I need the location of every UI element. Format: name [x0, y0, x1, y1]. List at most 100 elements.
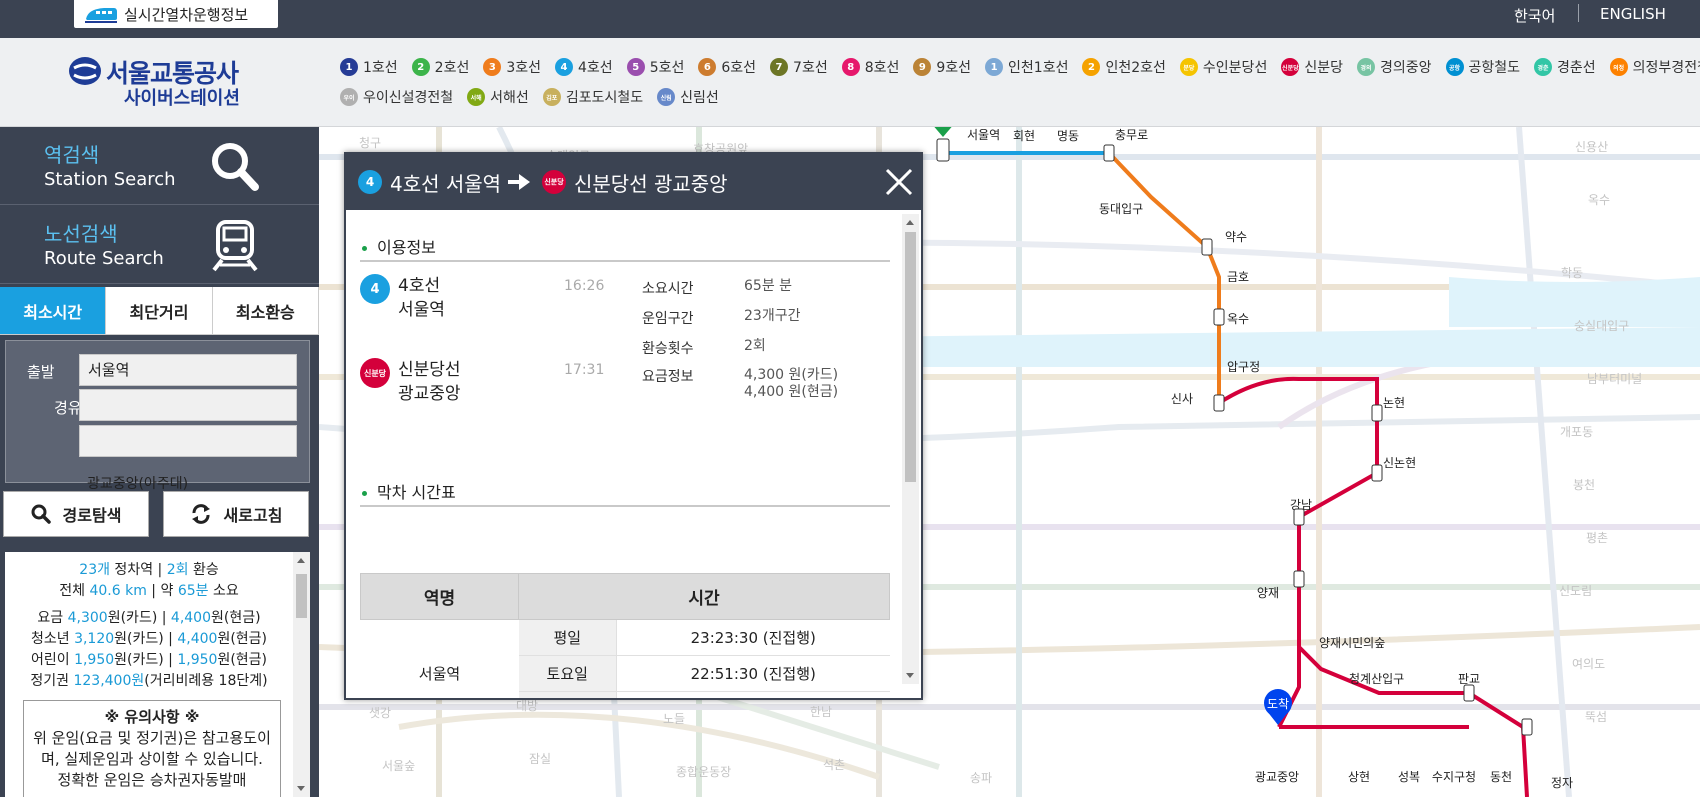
lang-english-link[interactable]: ENGLISH [1600, 5, 1666, 23]
notice-box: ※ 유의사항 ※ 위 운임(요금 및 정기권)은 참고용도이며, 실제운임과 상… [23, 700, 281, 797]
line-item[interactable]: 김포 김포도시철도 [542, 87, 643, 107]
route-search-button[interactable]: 경로탐색 [3, 491, 149, 537]
tab-min-time[interactable]: 최소시간 [0, 287, 107, 335]
table-time-cell: 22:51:30 (진접행) [616, 655, 890, 692]
search-icon [212, 143, 259, 191]
line-label: 수인분당선 [1202, 60, 1268, 76]
lang-divider [1578, 4, 1579, 22]
tab-shortest-distance[interactable]: 최단거리 [106, 287, 213, 335]
line-item[interactable]: 우이 우이신설경전철 [340, 87, 453, 107]
info-value-fare: 4,300 원(카드) 4,400 원(현금) [744, 367, 839, 400]
logo-mark-icon [69, 57, 101, 85]
close-icon[interactable] [883, 166, 915, 198]
line-item[interactable]: 2 2호선 [411, 57, 469, 77]
line-label: 6호선 [721, 60, 757, 76]
modal-scrollbar[interactable] [902, 214, 919, 684]
station-search-ko: 역검색 [44, 143, 100, 167]
transfer-node [1371, 464, 1383, 482]
tab-min-transfer[interactable]: 최소환승 [212, 287, 319, 335]
line-badge-icon: 7 [770, 58, 789, 76]
summary-scrollbar[interactable] [293, 552, 310, 797]
line-item[interactable]: 경춘 경춘선 [1534, 57, 1596, 77]
line-item[interactable]: 9 9호선 [913, 57, 971, 77]
refresh-button[interactable]: 새로고침 [163, 491, 309, 537]
line-badge-icon: 5 [626, 58, 645, 76]
line-item[interactable]: 공항 공항철도 [1445, 57, 1521, 77]
station-label: 옥수 [1227, 312, 1249, 326]
usage-info-title: 이용정보 [362, 234, 436, 258]
line-item[interactable]: 2 인천2호선 [1082, 57, 1166, 77]
line-badge-icon: 김포 [542, 88, 561, 106]
route-summary-panel: 23개 정차역 | 2회 환승 전체 40.6 km | 약 65분 소요 요금… [5, 552, 310, 797]
line-item[interactable]: 7 7호선 [770, 57, 828, 77]
faded-station-label: 숭실대입구 [1574, 319, 1629, 333]
line-label: 5호선 [649, 60, 685, 76]
station-search-tile[interactable]: 역검색 Station Search [0, 127, 319, 205]
fare-cash-unit: 원(현금) [211, 610, 261, 626]
faded-station-label: 노들 [663, 712, 685, 726]
lang-korean-link[interactable]: 한국어 [1514, 5, 1555, 26]
line-item[interactable]: 6 6호선 [698, 57, 756, 77]
line-badge-icon: 6 [698, 58, 717, 76]
fare-card: 4,300 [67, 610, 108, 626]
header: 서울교통공사 사이버스테이션 1 1호선 2 2호선 3 3호선 4 4호선 5 5호선 6 6호선 7… [0, 38, 1700, 127]
station-label: 상현 [1348, 770, 1370, 784]
fare-card: 3,120 [74, 631, 115, 647]
faded-station-label: 평촌 [1586, 531, 1608, 545]
line-item[interactable]: 8 8호선 [841, 57, 899, 77]
line-item[interactable]: 3 3호선 [483, 57, 541, 77]
line-item[interactable]: 신분당 신분당 [1281, 57, 1343, 77]
train-icon [85, 8, 117, 23]
magnifier-icon [31, 504, 51, 524]
line-badge-icon: 공항 [1445, 58, 1464, 76]
line-badge-icon: 1 [985, 58, 1004, 76]
notice-title: ※ 유의사항 ※ [104, 708, 200, 726]
faded-station-label: 여의도 [1572, 657, 1605, 671]
line-item[interactable]: 5 5호선 [626, 57, 685, 77]
station-label: 압구정 [1227, 360, 1260, 374]
transfer-node [1213, 394, 1225, 412]
faded-station-label: 남부터미널 [1587, 372, 1642, 386]
info-value-fare-section: 23개구간 [744, 308, 801, 324]
line-item[interactable]: 1 인천1호선 [985, 57, 1068, 77]
faded-station-label: 샛강 [369, 706, 391, 720]
last-train-table: 역명 시간 서울역 평일 23:23:30 (진접행) 토요일 22:51:30 (진접… [360, 573, 890, 698]
subway-line-list: 1 1호선 2 2호선 3 3호선 4 4호선 5 5호선 6 6호선 7 7호선 8 8호선 9 9호선 1 인천1… [340, 52, 1700, 112]
route-search-tile[interactable]: 노선검색 Route Search [0, 206, 319, 284]
line-badge-icon: 경의 [1356, 58, 1375, 76]
station-label: 신사 [1171, 392, 1193, 406]
line-item[interactable]: 분당 수인분당선 [1179, 57, 1268, 77]
line-item[interactable]: 서해 서해선 [467, 87, 529, 107]
sidebar: 역검색 Station Search 노선검색 Route Search 최소시… [0, 127, 319, 797]
site-logo[interactable]: 서울교통공사 사이버스테이션 [68, 54, 268, 110]
river-shape [859, 327, 1700, 367]
line-badge-icon: 경춘 [1534, 58, 1553, 76]
line-item[interactable]: 신림 신림선 [657, 87, 719, 107]
table-station-cell: 서울역 [360, 619, 519, 698]
from-title: 4호선 서울역 [390, 172, 502, 196]
summary-pass-line: 정기권 123,400원(거리비례용 18단계) [30, 673, 268, 689]
transfer-node [1463, 684, 1475, 702]
line-badge-icon: 2 [1082, 58, 1101, 76]
line-label: 경춘선 [1557, 60, 1596, 76]
line-badge-icon: 8 [841, 58, 860, 76]
station-label: 서울역 [967, 128, 1000, 142]
departure-input[interactable]: 서울역 [79, 354, 297, 386]
station-label: 동대입구 [1099, 202, 1143, 216]
info-key-fare: 요금정보 [642, 369, 694, 385]
line-label: 공항철도 [1468, 60, 1521, 76]
modal-body: 이용정보 4 4호선 서울역 16:26 신분당 신분당선 광교중앙 17:31… [346, 210, 921, 698]
info-value-transfers: 2회 [744, 338, 766, 354]
to-line-badge: 신분당 [542, 170, 566, 194]
realtime-train-info-button[interactable]: 실시간열차운행정보 [74, 0, 278, 28]
route-search-en: Route Search [44, 248, 164, 269]
line-item[interactable]: 1 1호선 [340, 57, 398, 77]
via-input[interactable] [79, 389, 297, 421]
arrival-station-text: 광교중앙(아주대) [87, 476, 189, 492]
line-item[interactable]: 경의 경의중앙 [1356, 57, 1432, 77]
line-item[interactable]: 의정의정부경전철 [1609, 57, 1700, 77]
station-label: 수지구청 [1432, 770, 1476, 784]
arrival-input[interactable] [79, 425, 297, 457]
line-item[interactable]: 4 4호선 [555, 57, 613, 77]
line-badge-icon: 1 [340, 58, 358, 76]
